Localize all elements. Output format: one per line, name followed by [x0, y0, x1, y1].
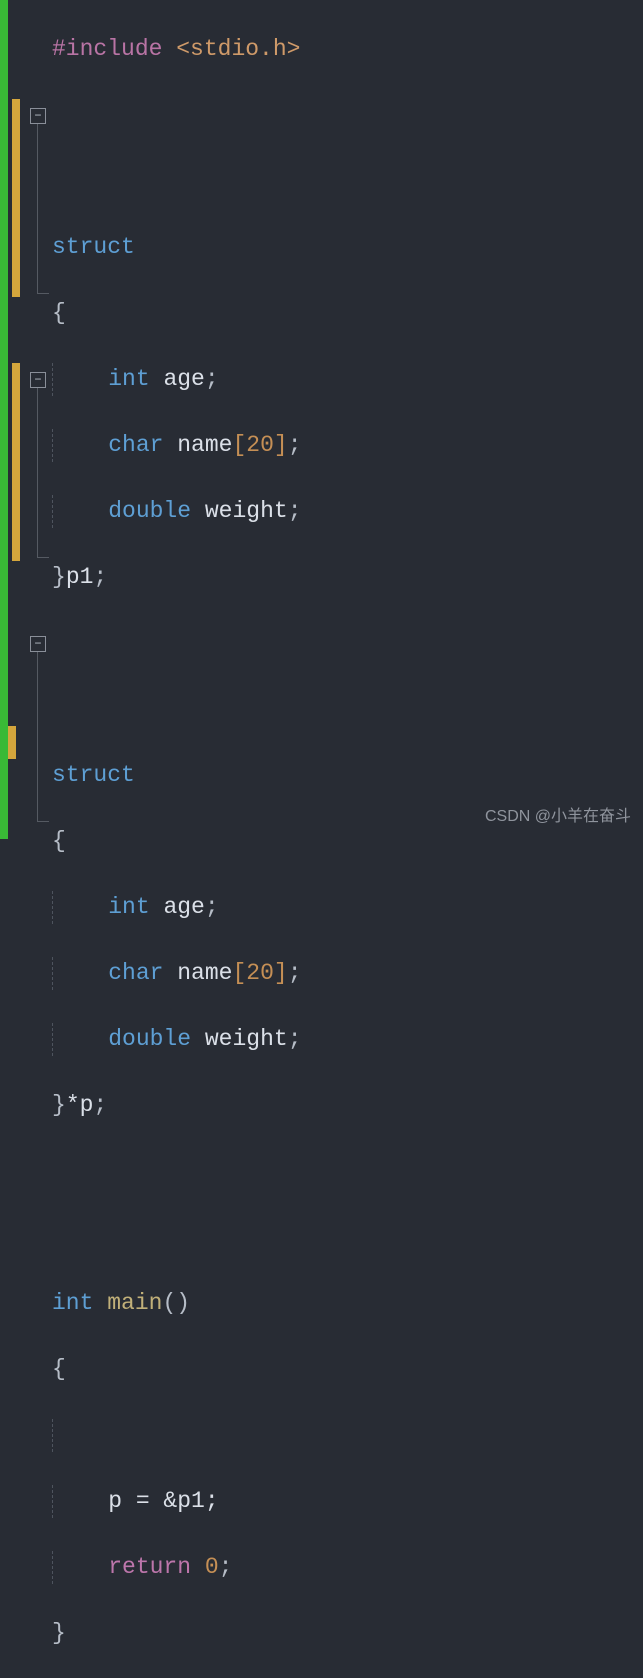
code-line: return 0;: [52, 1551, 643, 1584]
brace-token: {: [52, 1356, 66, 1382]
type-token: char: [108, 432, 163, 458]
keyword-token: return: [108, 1554, 191, 1580]
code-line: int main(): [52, 1287, 643, 1320]
code-line: [52, 165, 643, 198]
fold-line: [37, 124, 38, 294]
code-line: int age;: [52, 363, 643, 396]
code-line: double weight;: [52, 495, 643, 528]
code-line: double weight;: [52, 1023, 643, 1056]
ident-token: age: [163, 894, 204, 920]
code-line: {: [52, 297, 643, 330]
fold-gutter: − − −: [28, 0, 50, 839]
type-token: double: [108, 1026, 191, 1052]
code-line: #include <stdio.h>: [52, 33, 643, 66]
ident-token: p1: [66, 564, 94, 590]
code-line: [52, 1221, 643, 1254]
code-line: struct: [52, 231, 643, 264]
code-line: int age;: [52, 891, 643, 924]
change-marker-yellow-column: [8, 0, 28, 839]
code-line: struct: [52, 759, 643, 792]
code-line: [52, 627, 643, 660]
code-line: [52, 1419, 643, 1452]
ident-token: name: [177, 960, 232, 986]
func-token: main: [107, 1290, 162, 1316]
type-token: double: [108, 498, 191, 524]
minus-icon: −: [34, 110, 41, 122]
brace-token: {: [52, 300, 66, 326]
type-token: int: [108, 894, 149, 920]
type-token: int: [108, 366, 149, 392]
code-line: char name[20];: [52, 957, 643, 990]
keyword-token: struct: [52, 762, 135, 788]
code-line: {: [52, 1353, 643, 1386]
code-line: }p1;: [52, 561, 643, 594]
code-area[interactable]: #include <stdio.h> struct { int age; cha…: [50, 0, 643, 839]
preproc-token: #include: [52, 36, 162, 62]
minus-icon: −: [34, 374, 41, 386]
ident-token: *p: [66, 1092, 94, 1118]
yellow-change-bar: [12, 363, 20, 561]
ident-token: name: [177, 432, 232, 458]
yellow-change-bar: [12, 99, 20, 297]
watermark-text: CSDN @小羊在奋斗: [485, 800, 631, 833]
code-line: [52, 1155, 643, 1188]
code-editor: − − − #include <stdio.h> struct { int ag…: [0, 0, 643, 839]
array-token: [20]: [232, 960, 287, 986]
stmt-token: p = &p1;: [108, 1488, 218, 1514]
fold-line: [37, 388, 38, 558]
type-token: char: [108, 960, 163, 986]
number-token: 0: [205, 1554, 219, 1580]
ident-token: weight: [205, 498, 288, 524]
fold-toggle-icon[interactable]: −: [30, 108, 46, 124]
code-line: }: [52, 1617, 643, 1650]
type-token: int: [52, 1290, 93, 1316]
array-token: [20]: [232, 432, 287, 458]
fold-toggle-icon[interactable]: −: [30, 636, 46, 652]
code-line: [52, 693, 643, 726]
brace-token: }: [52, 1620, 66, 1646]
header-token: <stdio.h>: [176, 36, 300, 62]
code-line: char name[20];: [52, 429, 643, 462]
yellow-change-bar: [8, 726, 16, 759]
fold-toggle-icon[interactable]: −: [30, 372, 46, 388]
minus-icon: −: [34, 638, 41, 650]
fold-line: [37, 652, 38, 822]
ident-token: weight: [205, 1026, 288, 1052]
change-marker-green: [0, 0, 8, 839]
code-line: [52, 99, 643, 132]
code-line: }*p;: [52, 1089, 643, 1122]
ident-token: age: [163, 366, 204, 392]
fold-end: [37, 821, 49, 822]
keyword-token: struct: [52, 234, 135, 260]
fold-end: [37, 293, 49, 294]
brace-token: {: [52, 828, 66, 854]
code-line: p = &p1;: [52, 1485, 643, 1518]
fold-end: [37, 557, 49, 558]
